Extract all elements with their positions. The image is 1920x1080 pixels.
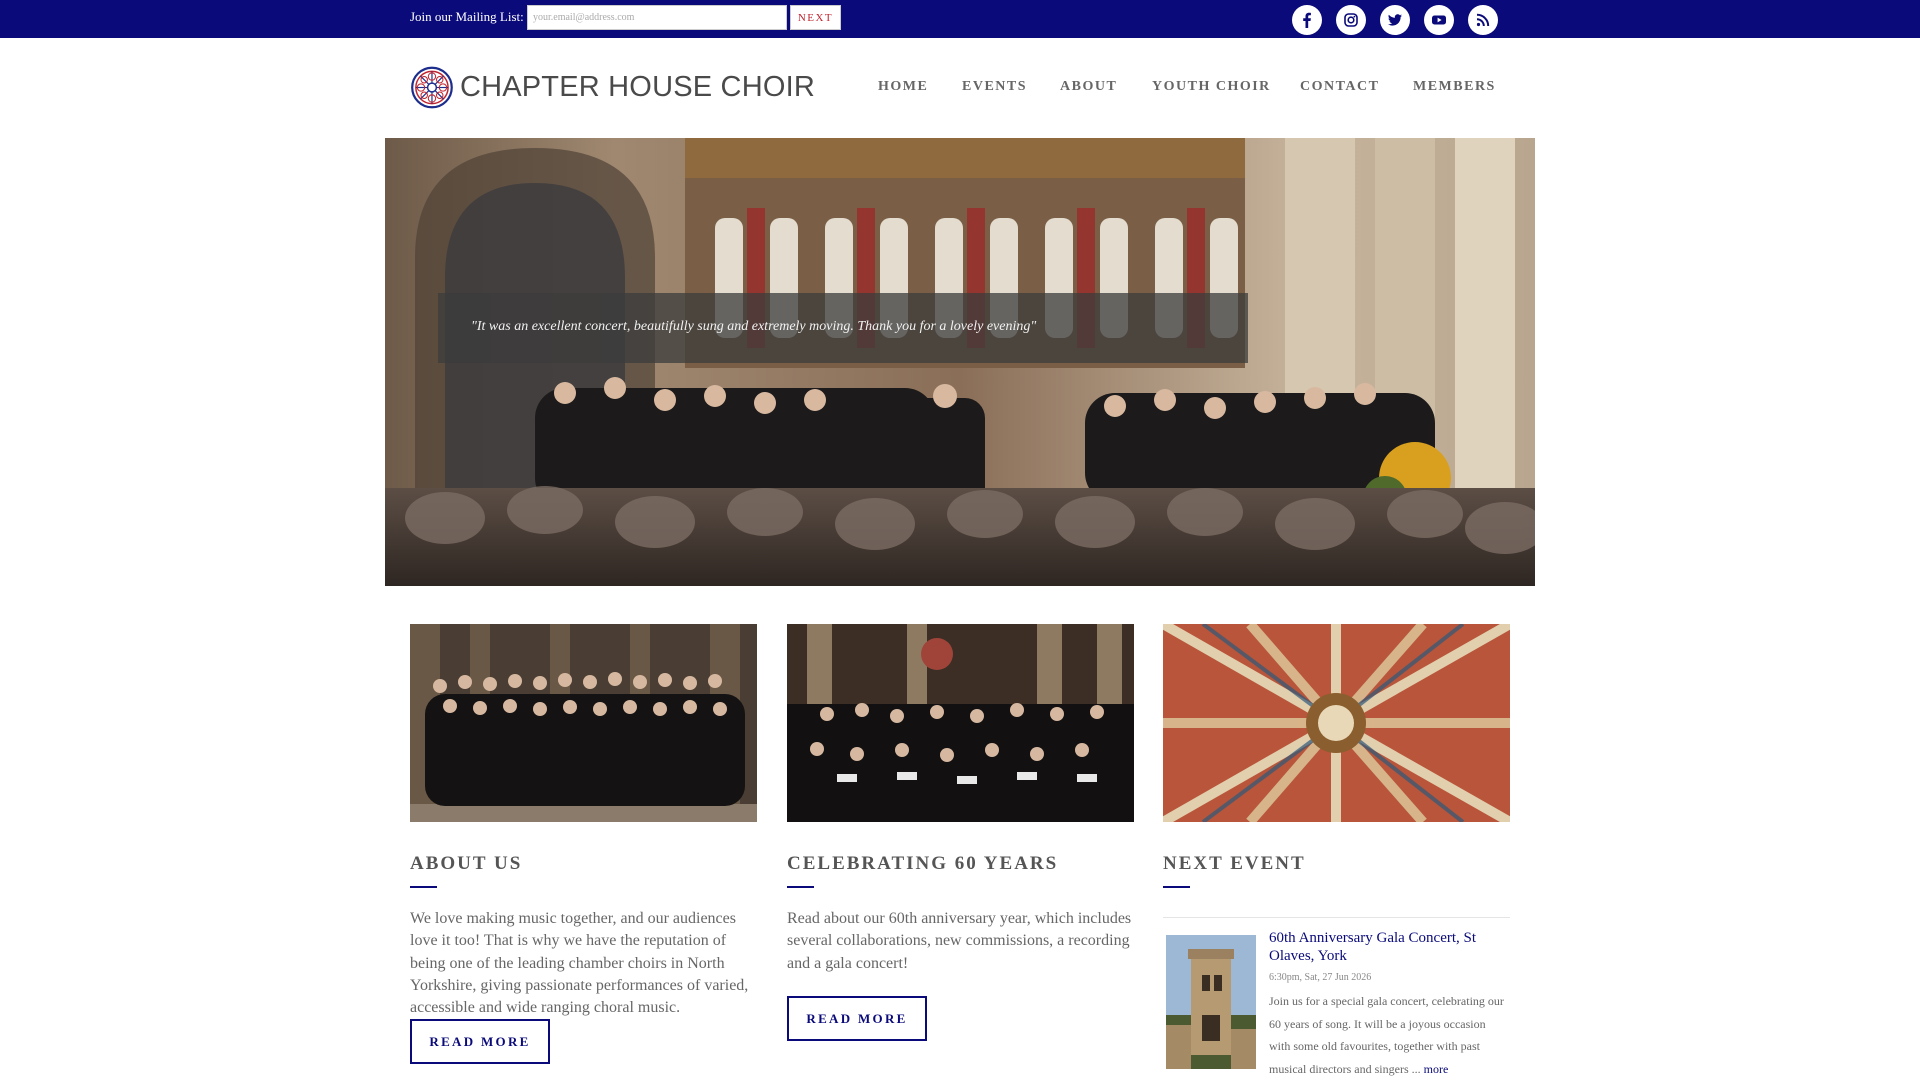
about-divider [410, 886, 437, 888]
twitter-icon[interactable] [1380, 5, 1410, 35]
about-heading: ABOUT US [410, 853, 523, 874]
quote-overlay: "It was an excellent concert, beautifull… [438, 293, 1248, 363]
next-event-heading: NEXT EVENT [1163, 853, 1306, 874]
celebrating-read-more-button[interactable]: READ MORE [787, 996, 927, 1041]
nav-youth-choir[interactable]: YOUTH CHOIR [1152, 79, 1271, 95]
choir-group-photo[interactable] [410, 624, 757, 822]
event-separator [1163, 917, 1510, 918]
facebook-icon[interactable] [1292, 5, 1322, 35]
nav-contact[interactable]: CONTACT [1300, 79, 1379, 95]
event-date: 6:30pm, Sat, 27 Jun 2026 [1269, 972, 1372, 983]
top-bar: Join our Mailing List: NEXT [0, 0, 1920, 38]
rose-window-logo-icon [411, 66, 453, 108]
email-input[interactable] [527, 5, 787, 30]
about-text: We love making music together, and our a… [410, 910, 749, 1017]
event-title-link[interactable]: 60th Anniversary Gala Concert, St Olaves… [1269, 929, 1499, 965]
nav-members[interactable]: MEMBERS [1413, 79, 1496, 95]
about-read-more-button[interactable]: READ MORE [410, 1019, 550, 1064]
chapter-house-ceiling-photo[interactable] [1163, 624, 1510, 822]
youtube-icon[interactable] [1424, 5, 1454, 35]
mailing-list-label: Join our Mailing List: [410, 9, 524, 24]
event-description: Join us for a special gala concert, cele… [1269, 990, 1509, 1080]
event-more-link[interactable]: more [1424, 1062, 1449, 1076]
celebrating-text: Read about our 60th anniversary year, wh… [787, 910, 1132, 972]
event-description-text: Join us for a special gala concert, cele… [1269, 994, 1504, 1076]
site-logo[interactable]: CHAPTER HOUSE CHOIR [410, 58, 815, 116]
st-olaves-church-thumbnail[interactable] [1166, 935, 1256, 1069]
celebrating-heading: CELEBRATING 60 YEARS [787, 853, 1059, 874]
celebrating-divider [787, 886, 814, 888]
rss-icon[interactable] [1468, 5, 1498, 35]
hero-slider[interactable]: "It was an excellent concert, beautifull… [385, 138, 1535, 586]
next-button[interactable]: NEXT [790, 5, 841, 30]
choir-concert-photo[interactable] [787, 624, 1134, 822]
logo-text: CHAPTER HOUSE CHOIR [459, 70, 815, 103]
nav-home[interactable]: HOME [878, 79, 928, 95]
nav-about[interactable]: ABOUT [1060, 79, 1117, 95]
nav-events[interactable]: EVENTS [962, 79, 1027, 95]
instagram-icon[interactable] [1336, 5, 1366, 35]
testimonial-quote: "It was an excellent concert, beautifull… [471, 319, 1037, 334]
next-event-divider [1163, 886, 1190, 888]
